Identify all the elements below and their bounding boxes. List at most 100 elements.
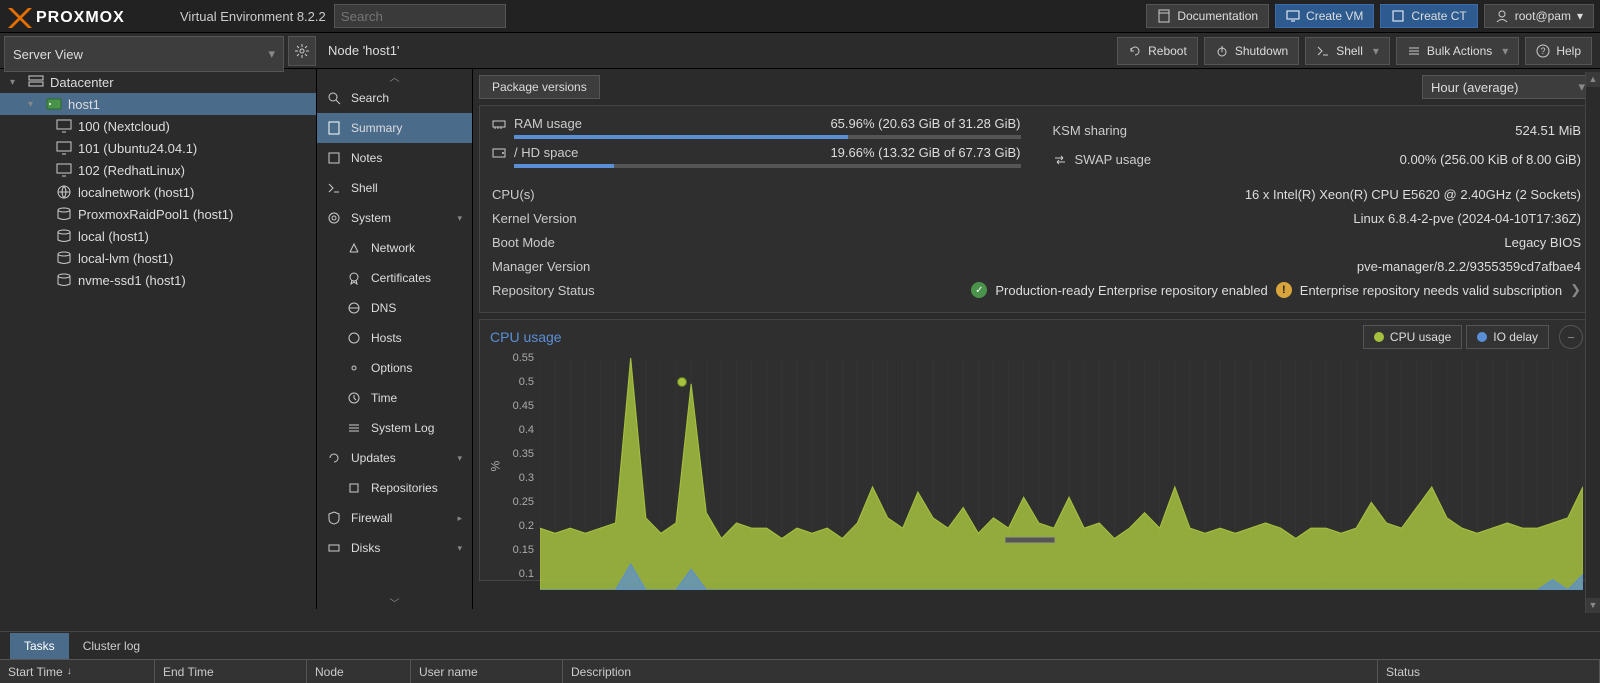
documentation-label: Documentation xyxy=(1177,9,1258,23)
ksm-label: KSM sharing xyxy=(1053,123,1127,138)
tree-storage-lvm[interactable]: local-lvm (host1) xyxy=(0,247,316,269)
create-ct-button[interactable]: Create CT xyxy=(1380,4,1477,28)
legend-label: IO delay xyxy=(1493,330,1538,344)
user-menu-button[interactable]: root@pam ▾ xyxy=(1484,4,1594,28)
tree-storage-local[interactable]: local (host1) xyxy=(0,225,316,247)
memory-icon xyxy=(492,117,506,131)
datacenter-icon xyxy=(28,74,44,90)
cube-icon xyxy=(1391,9,1405,23)
hd-label: / HD space xyxy=(514,145,578,160)
gear-icon xyxy=(347,361,361,375)
y-axis-title: % xyxy=(488,461,502,472)
tree-label: ProxmoxRaidPool1 (host1) xyxy=(78,207,233,222)
nav-label: Updates xyxy=(351,451,396,465)
col-user[interactable]: User name xyxy=(411,660,563,683)
chevron-up-icon[interactable]: ︿ xyxy=(317,69,472,83)
tab-label: Cluster log xyxy=(83,639,140,653)
col-status[interactable]: Status xyxy=(1378,660,1600,683)
tree-label: Datacenter xyxy=(50,75,114,90)
refresh-icon xyxy=(1128,44,1142,58)
nav-syslog[interactable]: System Log xyxy=(317,413,472,443)
col-description[interactable]: Description xyxy=(563,660,1378,683)
settings-button[interactable] xyxy=(288,36,316,66)
nav-firewall[interactable]: Firewall▸ xyxy=(317,503,472,533)
top-bar: PROXMOX Virtual Environment 8.2.2 Docume… xyxy=(0,0,1600,33)
boot-label: Boot Mode xyxy=(492,235,555,250)
col-label: User name xyxy=(419,665,478,679)
nav-search[interactable]: Search xyxy=(317,83,472,113)
shield-icon xyxy=(327,511,341,525)
cpus-value: 16 x Intel(R) Xeon(R) CPU E5620 @ 2.40GH… xyxy=(1245,187,1581,202)
tree-host[interactable]: ▾ host1 xyxy=(0,93,316,115)
mgr-value: pve-manager/8.2.2/9355359cd7afbae4 xyxy=(1357,259,1581,274)
chart-svg xyxy=(540,358,1583,590)
tree-vm-100[interactable]: 100 (Nextcloud) xyxy=(0,115,316,137)
y-tick-label: 0.55 xyxy=(494,352,534,364)
nav-label: Options xyxy=(371,361,412,375)
nav-system[interactable]: System▾ xyxy=(317,203,472,233)
shutdown-button[interactable]: Shutdown xyxy=(1204,37,1299,65)
splitter[interactable] xyxy=(479,537,1580,545)
repo-label: Repository Status xyxy=(492,283,595,298)
y-tick-label: 0.4 xyxy=(494,424,534,436)
data-marker-icon xyxy=(677,377,687,387)
vertical-scrollbar[interactable]: ▲ ▼ xyxy=(1585,72,1600,613)
svg-text:?: ? xyxy=(1541,46,1546,56)
tree-storage-nvme[interactable]: nvme-ssd1 (host1) xyxy=(0,269,316,291)
col-end-time[interactable]: End Time xyxy=(155,660,307,683)
nav-updates[interactable]: Updates▾ xyxy=(317,443,472,473)
y-tick-label: 0.2 xyxy=(494,520,534,532)
chevron-down-icon: ▾ xyxy=(1577,9,1583,23)
legend-cpu[interactable]: CPU usage xyxy=(1363,325,1462,349)
drag-handle-icon xyxy=(1005,537,1055,543)
tab-cluster-log[interactable]: Cluster log xyxy=(69,633,154,659)
global-search-input[interactable] xyxy=(334,4,506,28)
chevron-right-icon[interactable]: ❯ xyxy=(1570,282,1581,298)
storage-icon xyxy=(56,228,72,244)
storage-icon xyxy=(56,272,72,288)
documentation-button[interactable]: Documentation xyxy=(1146,4,1269,28)
tab-tasks[interactable]: Tasks xyxy=(10,633,69,659)
server-view-select[interactable]: Server View ▾ xyxy=(4,36,284,72)
tree-network[interactable]: localnetwork (host1) xyxy=(0,181,316,203)
col-label: Start Time xyxy=(8,665,63,679)
nav-summary[interactable]: Summary xyxy=(317,113,472,143)
nav-disks[interactable]: Disks▾ xyxy=(317,533,472,563)
time-range-select[interactable]: Hour (average) ▾ xyxy=(1422,75,1594,99)
collapse-chart-button[interactable]: − xyxy=(1559,325,1583,349)
col-label: End Time xyxy=(163,665,214,679)
chevron-down-icon[interactable]: ﹀ xyxy=(317,595,472,609)
tree-datacenter[interactable]: ▾ Datacenter xyxy=(0,71,316,93)
col-start-time[interactable]: Start Time↓ xyxy=(0,660,155,683)
create-vm-button[interactable]: Create VM xyxy=(1275,4,1374,28)
nav-repositories[interactable]: Repositories xyxy=(317,473,472,503)
help-button[interactable]: ? Help xyxy=(1525,37,1592,65)
tree-vm-101[interactable]: 101 (Ubuntu24.04.1) xyxy=(0,137,316,159)
nav-certificates[interactable]: Certificates xyxy=(317,263,472,293)
col-node[interactable]: Node xyxy=(307,660,411,683)
clock-icon xyxy=(347,391,361,405)
nav-options[interactable]: Options xyxy=(317,353,472,383)
nav-hosts[interactable]: Hosts xyxy=(317,323,472,353)
nav-shell[interactable]: Shell xyxy=(317,173,472,203)
reboot-button[interactable]: Reboot xyxy=(1117,37,1198,65)
nav-label: System xyxy=(351,211,391,225)
download-icon xyxy=(347,481,361,495)
tree-storage-raid[interactable]: ProxmoxRaidPool1 (host1) xyxy=(0,203,316,225)
tree-label: localnetwork (host1) xyxy=(78,185,194,200)
tree-label: local-lvm (host1) xyxy=(78,251,173,266)
nav-network[interactable]: Network xyxy=(317,233,472,263)
tree-vm-102[interactable]: 102 (RedhatLinux) xyxy=(0,159,316,181)
legend-io[interactable]: IO delay xyxy=(1466,325,1549,349)
nav-notes[interactable]: Notes xyxy=(317,143,472,173)
nav-dns[interactable]: DNS xyxy=(317,293,472,323)
nav-label: Hosts xyxy=(371,331,402,345)
task-grid-header: Start Time↓ End Time Node User name Desc… xyxy=(0,659,1600,683)
package-versions-button[interactable]: Package versions xyxy=(479,75,600,99)
nav-time[interactable]: Time xyxy=(317,383,472,413)
book-icon xyxy=(1157,9,1171,23)
shell-button[interactable]: Shell ▾ xyxy=(1305,37,1390,65)
server-icon xyxy=(46,96,62,112)
warning-icon: ! xyxy=(1276,282,1292,298)
bulk-actions-button[interactable]: Bulk Actions ▾ xyxy=(1396,37,1519,65)
